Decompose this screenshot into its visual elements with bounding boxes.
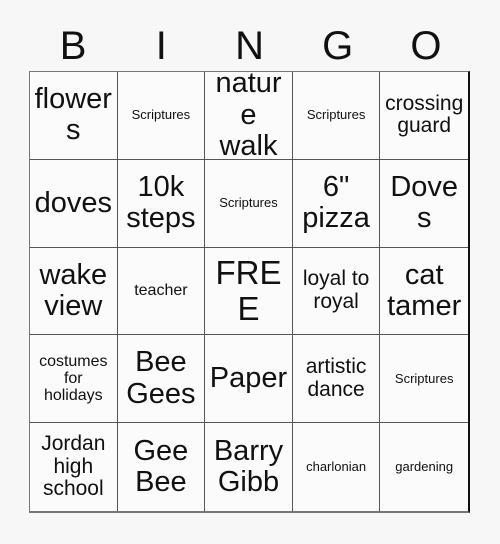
bingo-cell-label: costumes for holidays bbox=[39, 352, 108, 405]
bingo-cell[interactable]: charlonian bbox=[292, 423, 381, 511]
bingo-cell[interactable]: Bee Gees bbox=[117, 335, 206, 424]
bingo-cell-label: Scriptures bbox=[131, 107, 191, 123]
bingo-cell-label: Bee Gees bbox=[126, 346, 196, 410]
bingo-cell-label: Barry Gibb bbox=[213, 434, 284, 499]
bingo-cell-label: 6" pizza bbox=[302, 170, 370, 235]
bingo-header: B I N G O bbox=[29, 20, 470, 71]
bingo-cell[interactable]: flowers bbox=[30, 72, 118, 160]
bingo-cell-label: cat tamer bbox=[387, 258, 462, 322]
bingo-cell[interactable]: Gee Bee bbox=[117, 423, 206, 511]
bingo-cell[interactable]: artistic dance bbox=[292, 335, 381, 424]
bingo-cell-label: Scriptures bbox=[219, 195, 278, 211]
bingo-cell[interactable]: Paper bbox=[205, 335, 293, 424]
bingo-cell[interactable]: Jordan high school bbox=[30, 423, 118, 511]
bingo-cell[interactable]: nature walk bbox=[205, 72, 293, 160]
bingo-cell[interactable]: Scriptures bbox=[117, 72, 206, 160]
bingo-cell[interactable]: crossing guard bbox=[380, 72, 468, 160]
bingo-cell[interactable]: Doves bbox=[380, 159, 468, 248]
bingo-cell-label: Scriptures bbox=[394, 370, 454, 386]
bingo-cell[interactable]: costumes for holidays bbox=[30, 335, 118, 424]
bingo-cell[interactable]: teacher bbox=[117, 247, 206, 336]
bingo-cell-label: FREE bbox=[215, 254, 282, 327]
bingo-cell[interactable]: Scriptures bbox=[380, 335, 468, 424]
bingo-cell[interactable]: Scriptures bbox=[205, 159, 293, 248]
bingo-cell-label: gardening bbox=[395, 459, 454, 475]
bingo-cell-label: teacher bbox=[134, 282, 188, 300]
bingo-header-letter-g: G bbox=[322, 23, 354, 68]
bingo-cell-label: 10k steps bbox=[126, 170, 196, 235]
bingo-cell-label: crossing guard bbox=[385, 91, 464, 138]
bingo-cell[interactable]: Barry Gibb bbox=[205, 423, 293, 511]
bingo-cell[interactable]: loyal to royal bbox=[292, 247, 381, 336]
bingo-cell-label: nature walk bbox=[215, 72, 282, 160]
bingo-cell-label: artistic dance bbox=[305, 355, 367, 401]
bingo-cell-label: Doves bbox=[390, 170, 459, 235]
bingo-cell-label: Jordan high school bbox=[41, 432, 106, 501]
bingo-cell-label: doves bbox=[34, 186, 112, 219]
bingo-grid: flowers Scriptures nature walk Scripture… bbox=[29, 71, 470, 513]
bingo-cell-label: Gee Bee bbox=[133, 434, 189, 499]
bingo-cell[interactable]: 10k steps bbox=[117, 159, 206, 248]
bingo-cell-label: charlonian bbox=[306, 459, 367, 475]
bingo-header-letter-i: I bbox=[155, 23, 167, 68]
bingo-cell-free[interactable]: FREE bbox=[205, 247, 293, 336]
bingo-cell[interactable]: Scriptures bbox=[292, 72, 381, 160]
bingo-cell[interactable]: 6" pizza bbox=[292, 159, 381, 248]
bingo-header-letter-b: B bbox=[59, 23, 87, 68]
bingo-cell[interactable]: gardening bbox=[380, 423, 468, 511]
bingo-cell[interactable]: wake view bbox=[30, 247, 118, 336]
bingo-header-letter-n: N bbox=[235, 23, 264, 68]
bingo-cell[interactable]: cat tamer bbox=[380, 247, 468, 336]
bingo-cell-label: flowers bbox=[34, 83, 112, 147]
bingo-cell-label: Scriptures bbox=[306, 107, 366, 123]
bingo-cell-label: wake view bbox=[39, 258, 108, 322]
bingo-cell-label: loyal to royal bbox=[302, 267, 370, 313]
bingo-cell[interactable]: doves bbox=[30, 159, 118, 248]
bingo-header-letter-o: O bbox=[410, 23, 442, 68]
bingo-card: B I N G O flowers Scriptures nature walk… bbox=[0, 0, 500, 544]
bingo-cell-label: Paper bbox=[209, 362, 288, 395]
